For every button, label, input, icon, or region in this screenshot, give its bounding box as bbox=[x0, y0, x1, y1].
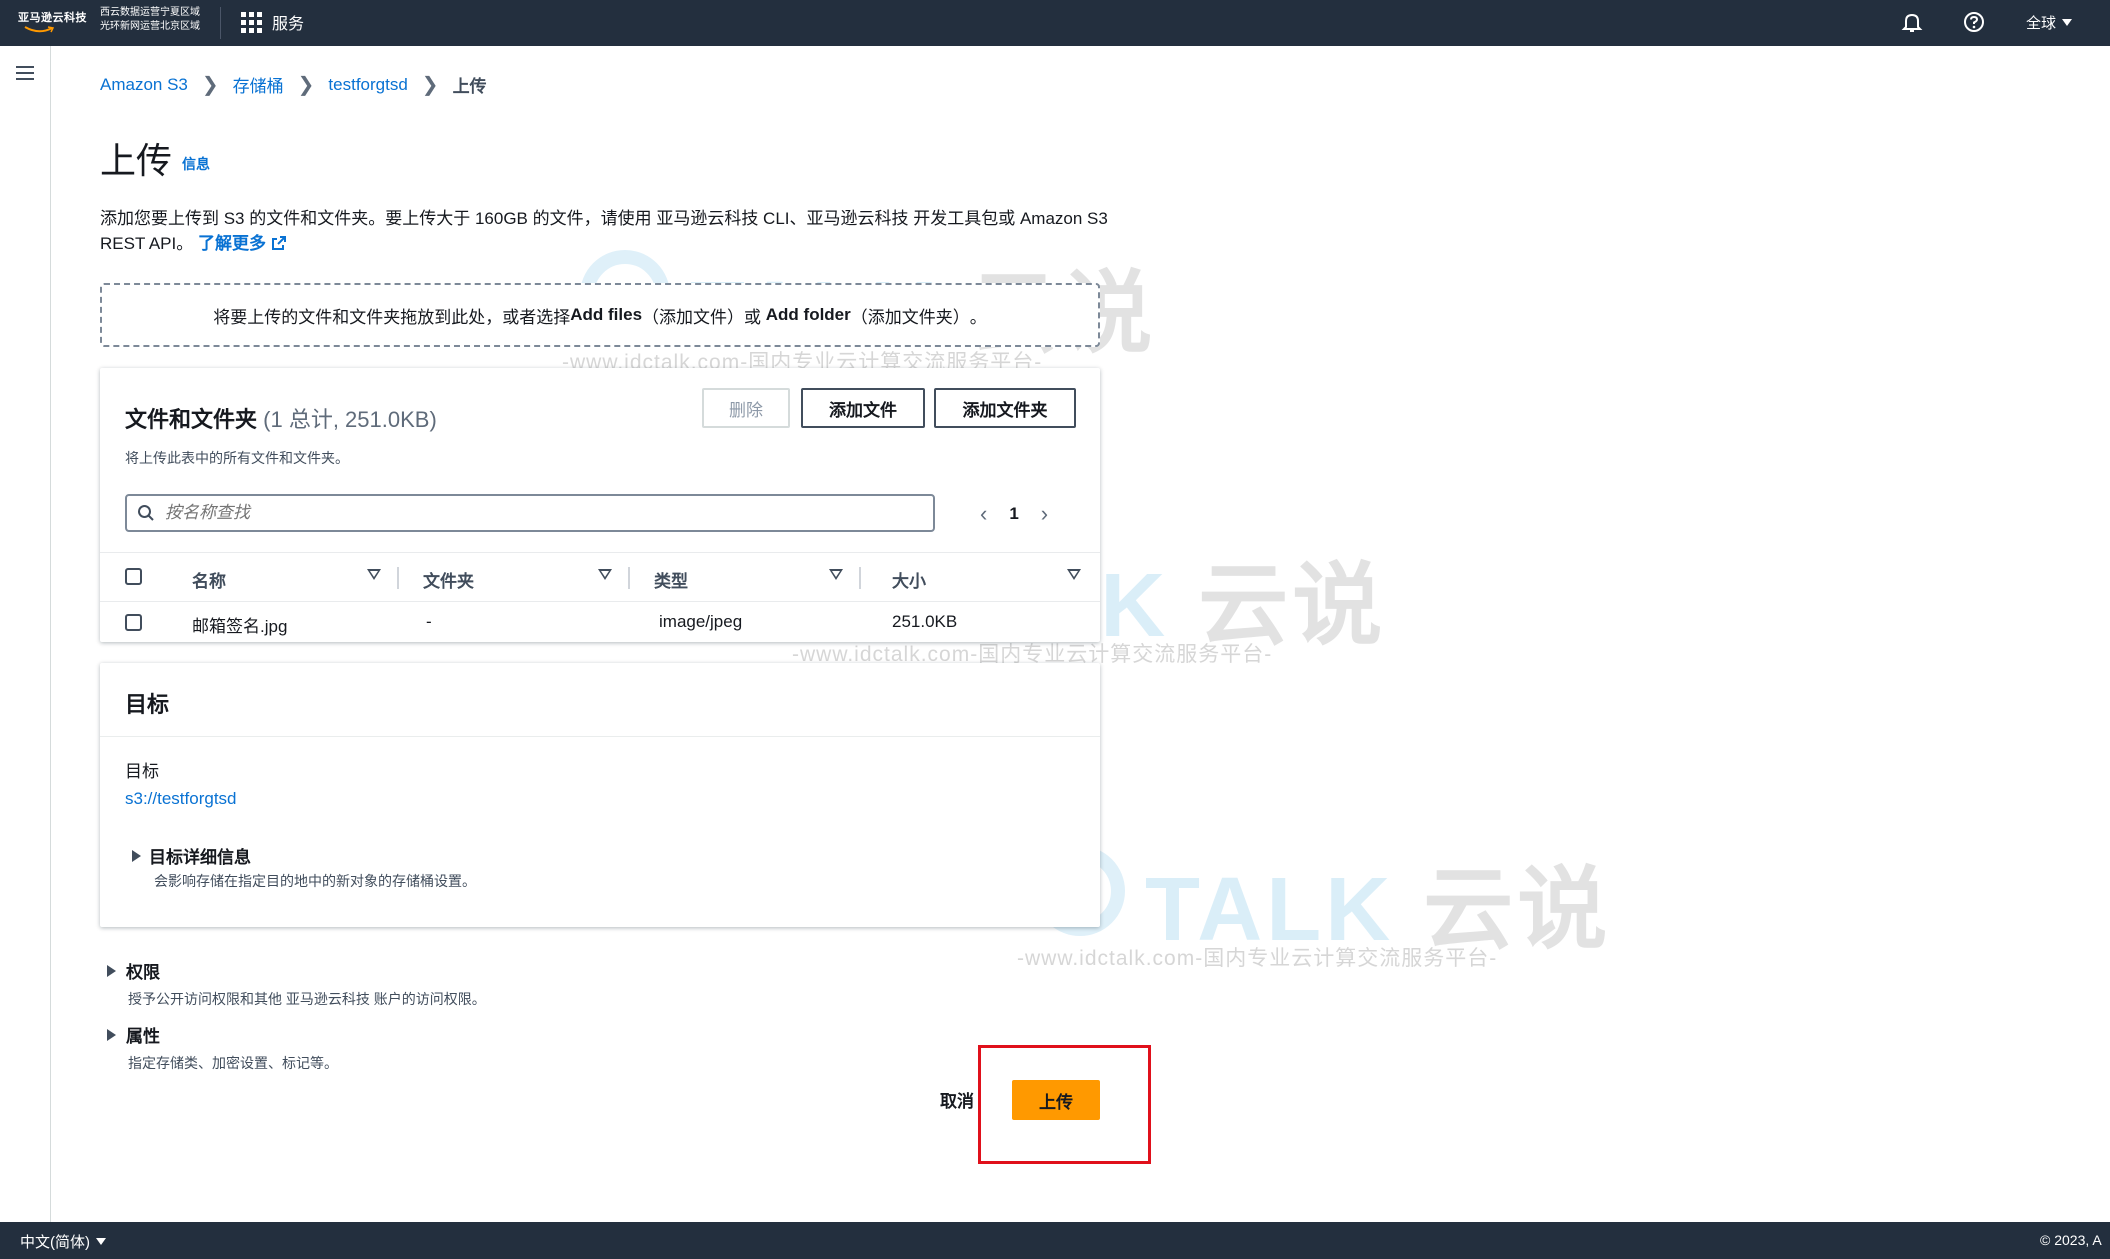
column-divider bbox=[397, 567, 399, 589]
region-selector[interactable]: 全球 bbox=[2026, 12, 2073, 33]
column-divider bbox=[628, 567, 630, 589]
region-line: 光环新网运营北京区域 bbox=[100, 21, 200, 32]
destination-link[interactable]: s3://testforgtsd bbox=[125, 789, 237, 809]
global-label: 全球 bbox=[2026, 15, 2057, 32]
language-label: 中文(简体) bbox=[20, 1234, 90, 1251]
cell-type: image/jpeg bbox=[659, 612, 743, 631]
cancel-button[interactable]: 取消 bbox=[940, 1087, 974, 1112]
column-header-size[interactable]: 大小 bbox=[892, 567, 926, 592]
column-divider bbox=[859, 567, 861, 589]
caret-right-icon bbox=[132, 849, 141, 862]
region-info: 西云数据运营宁夏区域 光环新网运营北京区域 bbox=[100, 6, 200, 34]
caret-right-icon bbox=[107, 1028, 116, 1041]
dropzone-add-folder-cn: （添加文件夹） bbox=[850, 307, 970, 327]
footer: 中文(简体) © 2023, A bbox=[0, 1222, 2110, 1259]
page-number[interactable]: 1 bbox=[1009, 504, 1018, 524]
properties-toggle[interactable]: 属性 bbox=[107, 1022, 338, 1047]
info-link[interactable]: 信息 bbox=[182, 154, 210, 174]
destination-panel: 目标 目标 s3://testforgtsd 目标详细信息 会影响存储在指定目的… bbox=[100, 663, 1100, 927]
chevron-right-icon: ❯ bbox=[201, 74, 219, 96]
grid-icon bbox=[241, 11, 262, 33]
nav-divider bbox=[220, 7, 221, 39]
breadcrumb-current: 上传 bbox=[452, 77, 487, 96]
dropzone-end: 。 bbox=[969, 307, 987, 327]
breadcrumb-item-bucket[interactable]: testforgtsd bbox=[328, 75, 407, 95]
permissions-title: 权限 bbox=[126, 963, 160, 982]
language-selector[interactable]: 中文(简体) bbox=[20, 1231, 106, 1252]
page-description: 添加您要上传到 S3 的文件和文件夹。要上传大于 160GB 的文件，请使用 亚… bbox=[100, 206, 1110, 256]
sort-icon[interactable] bbox=[367, 569, 381, 580]
delete-button[interactable]: 删除 bbox=[702, 388, 790, 428]
table-row: 邮箱签名.jpg - image/jpeg 251.0KB bbox=[100, 602, 1100, 642]
previous-page-icon[interactable]: ‹ bbox=[980, 501, 987, 527]
breadcrumb-item-buckets[interactable]: 存储桶 bbox=[233, 72, 284, 97]
logo[interactable]: 亚马逊云科技 bbox=[18, 9, 90, 37]
cell-size: 251.0KB bbox=[892, 612, 958, 631]
properties-section: 属性 指定存储类、加密设置、标记等。 bbox=[107, 1022, 338, 1073]
sort-icon[interactable] bbox=[598, 569, 612, 580]
files-panel-subtitle: 将上传此表中的所有文件和文件夹。 bbox=[125, 450, 349, 466]
sort-icon[interactable] bbox=[829, 569, 843, 580]
region-line: 西云数据运营宁夏区域 bbox=[100, 7, 200, 18]
next-page-icon[interactable]: › bbox=[1041, 501, 1048, 527]
breadcrumb: Amazon S3 ❯ 存储桶 ❯ testforgtsd ❯ 上传 bbox=[100, 72, 487, 97]
side-navigation-rail bbox=[0, 46, 51, 1222]
copyright: © 2023, A bbox=[2040, 1232, 2102, 1248]
destination-label: 目标 bbox=[125, 762, 159, 781]
caret-right-icon bbox=[107, 964, 116, 977]
cell-folder: - bbox=[426, 612, 432, 631]
dropzone-or: 或 bbox=[744, 307, 762, 327]
files-and-folders-panel: 文件和文件夹 (1 总计, 251.0KB) 将上传此表中的所有文件和文件夹。 … bbox=[100, 368, 1100, 642]
destination-details-subtitle: 会影响存储在指定目的地中的新对象的存储桶设置。 bbox=[154, 873, 476, 889]
search-icon bbox=[138, 505, 154, 521]
add-folder-button[interactable]: 添加文件夹 bbox=[934, 388, 1076, 428]
breadcrumb-item-s3[interactable]: Amazon S3 bbox=[100, 75, 188, 95]
table-header: 名称 文件夹 类型 大小 bbox=[100, 552, 1100, 602]
properties-title: 属性 bbox=[126, 1027, 160, 1046]
services-menu[interactable]: 服务 bbox=[241, 10, 304, 34]
chevron-right-icon: ❯ bbox=[421, 74, 439, 96]
upload-button[interactable]: 上传 bbox=[1012, 1080, 1100, 1120]
top-navigation: 亚马逊云科技 西云数据运营宁夏区域 光环新网运营北京区域 服务 全球 bbox=[0, 0, 2110, 46]
search-box bbox=[125, 494, 935, 532]
external-link-icon bbox=[271, 236, 286, 250]
destination-details-toggle[interactable]: 目标详细信息 bbox=[132, 843, 251, 868]
pagination: ‹ 1 › bbox=[980, 501, 1048, 527]
services-label: 服务 bbox=[272, 16, 305, 33]
logo-text: 亚马逊云科技 bbox=[18, 12, 87, 24]
caret-down-icon bbox=[96, 1238, 106, 1245]
learn-more-link[interactable]: 了解更多 bbox=[198, 234, 287, 253]
add-files-button[interactable]: 添加文件 bbox=[801, 388, 925, 428]
permissions-subtitle: 授予公开访问权限和其他 亚马逊云科技 账户的访问权限。 bbox=[128, 991, 486, 1007]
page-title: 上传 bbox=[100, 140, 173, 181]
destination-header: 目标 bbox=[100, 663, 1100, 737]
sort-icon[interactable] bbox=[1067, 569, 1081, 580]
files-panel-title: 文件和文件夹 (1 总计, 251.0KB) bbox=[125, 407, 437, 432]
destination-details-title: 目标详细信息 bbox=[149, 848, 251, 867]
search-input[interactable] bbox=[165, 503, 905, 523]
help-icon[interactable] bbox=[1962, 10, 1986, 34]
cell-name: 邮箱签名.jpg bbox=[192, 617, 288, 636]
dropzone-add-files-cn: （添加文件） bbox=[642, 307, 745, 327]
permissions-toggle[interactable]: 权限 bbox=[107, 958, 486, 983]
properties-subtitle: 指定存储类、加密设置、标记等。 bbox=[128, 1055, 338, 1071]
dropzone-add-files: Add files bbox=[570, 305, 643, 324]
select-all-checkbox[interactable] bbox=[125, 568, 142, 585]
permissions-section: 权限 授予公开访问权限和其他 亚马逊云科技 账户的访问权限。 bbox=[107, 958, 486, 1009]
column-header-folder[interactable]: 文件夹 bbox=[423, 567, 474, 592]
file-dropzone[interactable]: 将要上传的文件和文件夹拖放到此处，或者选择 Add files （添加文件） 或… bbox=[100, 283, 1100, 347]
dropzone-add-folder: Add folder bbox=[765, 305, 851, 324]
smile-logo-icon bbox=[24, 26, 54, 33]
dropzone-text: 将要上传的文件和文件夹拖放到此处，或者选择 bbox=[213, 307, 571, 327]
column-header-type[interactable]: 类型 bbox=[654, 567, 688, 592]
chevron-right-icon: ❯ bbox=[297, 74, 315, 96]
menu-icon[interactable] bbox=[16, 66, 34, 80]
row-checkbox[interactable] bbox=[125, 614, 142, 631]
files-count: (1 总计, 251.0KB) bbox=[263, 407, 437, 432]
destination-title: 目标 bbox=[125, 692, 170, 717]
notification-bell-icon[interactable] bbox=[1900, 10, 1924, 34]
caret-down-icon bbox=[2062, 19, 2073, 26]
column-header-name[interactable]: 名称 bbox=[192, 567, 226, 592]
